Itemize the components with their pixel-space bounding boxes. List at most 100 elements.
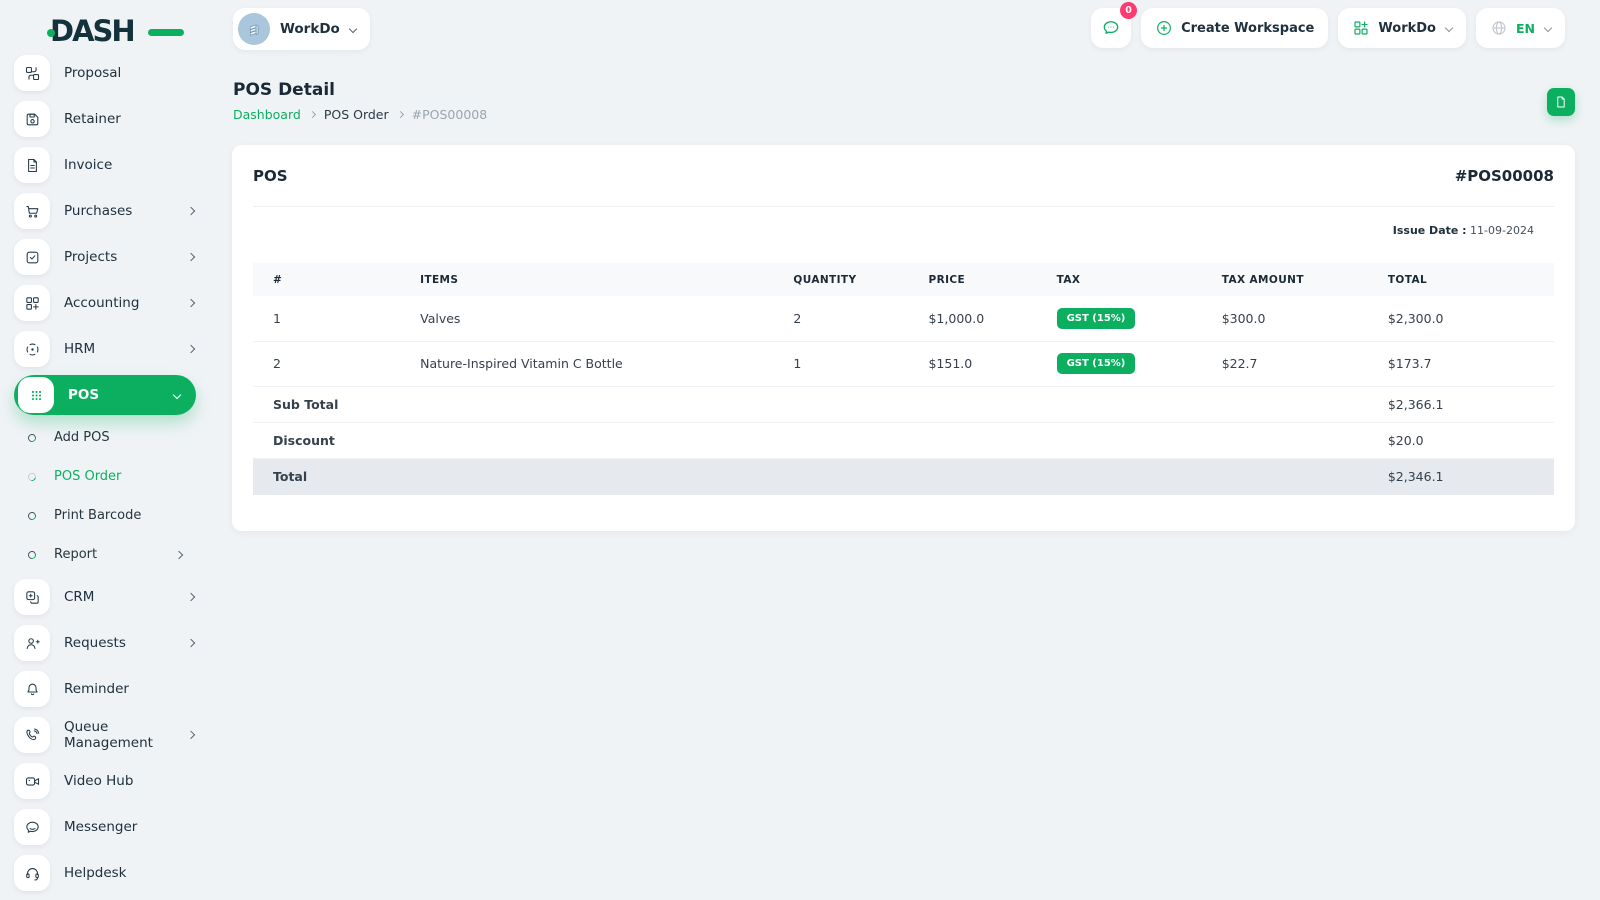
chat-bubble-icon — [1103, 21, 1119, 34]
cell-price: $151.0 — [908, 341, 1037, 387]
table-row: 1 Valves 2 $1,000.0 GST (15%) $300.0 $2,… — [253, 296, 1554, 342]
sidebar: DASH Proposal Retainer Invoice Purchases… — [0, 0, 210, 900]
sidebar-item-label: POS — [68, 387, 100, 403]
pos-number: #POS00008 — [1454, 166, 1554, 185]
video-camera-icon — [14, 763, 50, 799]
issue-date-value: 11-09-2024 — [1466, 224, 1534, 237]
top-header: WorkDo 0 Create Workspace WorkDo EN — [210, 0, 1600, 58]
brand-logo[interactable]: DASH — [47, 14, 184, 50]
pos-items-table: # ITEMS QUANTITY PRICE TAX TAX AMOUNT TO… — [253, 263, 1554, 495]
issue-date: Issue Date : 11-09-2024 — [253, 224, 1554, 237]
accounting-icon — [14, 285, 50, 321]
tax-badge: GST (15%) — [1056, 307, 1136, 329]
bullet-ring-icon — [26, 431, 38, 444]
proposal-icon — [14, 55, 50, 91]
bullet-ring-icon — [26, 548, 38, 561]
chevron-down-icon — [172, 390, 182, 400]
sidebar-item-retainer[interactable]: Retainer — [0, 96, 210, 142]
cell-quantity: 2 — [773, 296, 909, 342]
page-title: POS Detail — [233, 80, 335, 100]
workspace-name: WorkDo — [280, 21, 340, 37]
cell-price: $1,000.0 — [908, 296, 1037, 342]
create-workspace-label: Create Workspace — [1181, 20, 1315, 36]
sidebar-item-label: HRM — [64, 341, 96, 357]
sidebar-item-invoice[interactable]: Invoice — [0, 142, 210, 188]
subitem-label: Report — [54, 547, 98, 562]
col-header-tax: TAX — [1036, 263, 1202, 296]
queue-phone-icon — [14, 717, 50, 753]
cell-quantity: 1 — [773, 341, 909, 387]
sidebar-subitem-print-barcode[interactable]: Print Barcode — [0, 496, 210, 535]
pos-detail-card: POS #POS00008 Issue Date : 11-09-2024 # … — [232, 145, 1575, 531]
sidebar-item-label: Messenger — [64, 819, 138, 835]
sidebar-item-requests[interactable]: Requests — [0, 620, 210, 666]
col-header-price: PRICE — [908, 263, 1037, 296]
sidebar-item-accounting[interactable]: Accounting — [0, 280, 210, 326]
workdo-apps-button[interactable]: WorkDo — [1338, 8, 1466, 48]
chevron-right-icon — [186, 592, 196, 602]
chevron-right-icon — [186, 252, 196, 262]
chat-bubble-icon — [14, 809, 50, 845]
subitem-label: POS Order — [54, 469, 122, 484]
sidebar-subitem-pos-order[interactable]: POS Order — [0, 457, 210, 496]
chevron-right-icon — [174, 550, 184, 559]
breadcrumb-current: #POS00008 — [411, 107, 488, 122]
cell-tax-amount: $22.7 — [1201, 341, 1368, 387]
sidebar-item-label: Retainer — [64, 111, 121, 127]
sidebar-item-proposal[interactable]: Proposal — [0, 50, 210, 96]
col-header-total: TOTAL — [1367, 263, 1554, 296]
document-icon — [1557, 96, 1565, 108]
chevron-right-icon — [186, 206, 196, 216]
sidebar-item-projects[interactable]: Projects — [0, 234, 210, 280]
sidebar-item-crm[interactable]: CRM — [0, 574, 210, 620]
tax-badge: GST (15%) — [1056, 353, 1136, 374]
export-pos-button[interactable] — [1547, 88, 1575, 116]
sidebar-item-hrm[interactable]: HRM — [0, 326, 210, 372]
sidebar-item-reminder[interactable]: Reminder — [0, 666, 210, 712]
total-row: Total $2,346.1 — [253, 458, 1554, 495]
breadcrumb-pos-order[interactable]: POS Order — [324, 107, 389, 122]
hrm-icon — [14, 331, 50, 367]
card-title: POS — [253, 166, 288, 185]
col-header-items: ITEMS — [400, 263, 774, 296]
sidebar-item-messenger[interactable]: Messenger — [0, 804, 210, 850]
chevron-right-icon — [186, 344, 196, 354]
language-selector[interactable]: EN — [1475, 8, 1565, 48]
plus-circle-icon — [1157, 21, 1172, 35]
discount-row: Discount $20.0 — [253, 422, 1554, 459]
workspace-selector[interactable]: WorkDo — [233, 8, 370, 50]
chevron-down-icon — [348, 24, 358, 34]
sidebar-item-purchases[interactable]: Purchases — [0, 188, 210, 234]
sidebar-subitem-add-pos[interactable]: Add POS — [0, 418, 210, 457]
subtotal-row: Sub Total $2,366.1 — [253, 386, 1554, 423]
headset-icon — [14, 855, 50, 891]
discount-label: Discount — [253, 422, 401, 459]
subitem-label: Add POS — [54, 430, 110, 445]
sidebar-subitem-report[interactable]: Report — [0, 535, 210, 574]
chevron-down-icon — [1444, 23, 1454, 33]
table-row: 2 Nature-Inspired Vitamin C Bottle 1 $15… — [253, 341, 1554, 387]
projects-icon — [14, 239, 50, 275]
create-workspace-button[interactable]: Create Workspace — [1141, 8, 1329, 48]
breadcrumb-dashboard-link[interactable]: Dashboard — [233, 107, 301, 122]
sidebar-item-queue-management[interactable]: Queue Management — [0, 712, 210, 758]
cell-tax-amount: $300.0 — [1201, 296, 1368, 342]
sidebar-item-helpdesk[interactable]: Helpdesk — [0, 850, 210, 896]
cell-number: 2 — [253, 341, 401, 387]
reminder-bell-icon — [14, 671, 50, 707]
sidebar-item-video-hub[interactable]: Video Hub — [0, 758, 210, 804]
sidebar-item-label: Requests — [64, 635, 126, 651]
total-value: $2,346.1 — [1367, 458, 1554, 495]
total-label: Total — [253, 458, 401, 495]
chevron-right-icon — [186, 298, 196, 308]
sidebar-item-pos[interactable]: POS — [14, 375, 196, 415]
bullet-ring-icon — [26, 470, 38, 483]
invoice-icon — [14, 147, 50, 183]
sidebar-item-label: Proposal — [64, 65, 122, 81]
crm-icon — [14, 579, 50, 615]
sidebar-item-label: Helpdesk — [64, 865, 127, 881]
discount-value: $20.0 — [1367, 422, 1554, 459]
table-header-row: # ITEMS QUANTITY PRICE TAX TAX AMOUNT TO… — [253, 263, 1554, 296]
messages-button[interactable]: 0 — [1091, 2, 1138, 48]
messages-count-badge: 0 — [1120, 2, 1138, 19]
